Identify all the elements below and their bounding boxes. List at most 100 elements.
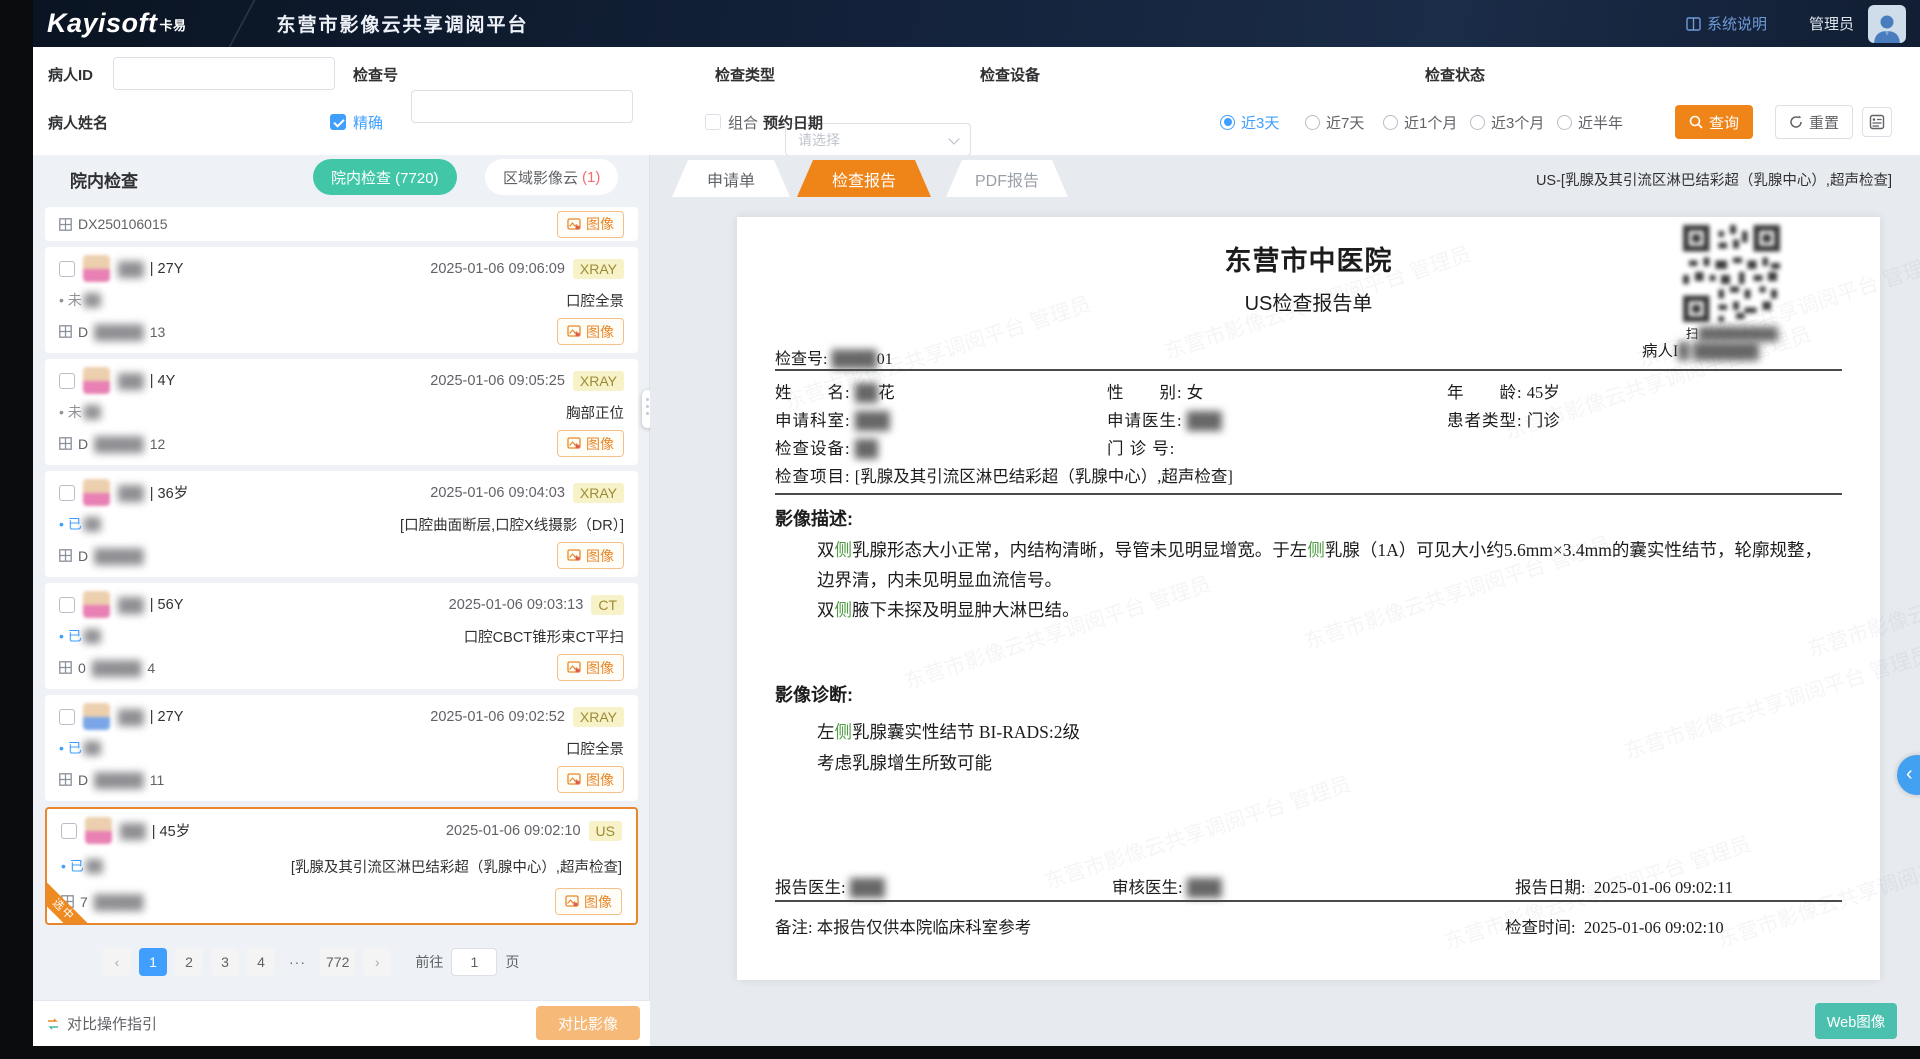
patient-type-label: 患者类型:	[1447, 411, 1523, 430]
exam-checkbox[interactable]	[61, 823, 77, 839]
quick-range-6m[interactable]: 近半年	[1557, 105, 1623, 139]
exact-checkbox[interactable]	[330, 114, 346, 130]
page-button[interactable]: 4	[247, 948, 275, 976]
patient-id-input[interactable]	[113, 57, 335, 90]
exam-no-input-field[interactable]	[424, 99, 620, 115]
name-label: 姓 名:	[775, 383, 851, 402]
next-page-button[interactable]: ›	[363, 948, 391, 976]
image-button[interactable]: 图像	[557, 430, 624, 457]
exam-card[interactable]: ███| 56Y2025-01-06 09:03:13CT• 已██口腔CBCT…	[45, 583, 638, 689]
user-avatar[interactable]	[1868, 5, 1906, 43]
image-icon	[567, 325, 581, 338]
exam-checkbox[interactable]	[59, 373, 75, 389]
image-button[interactable]: 图像	[555, 888, 622, 915]
name-suffix: 花	[878, 383, 895, 402]
exam-card[interactable]: ███| 36岁2025-01-06 09:04:03XRAY• 已██[口腔曲…	[45, 471, 638, 577]
image-button[interactable]: 图像	[557, 766, 624, 793]
more-pages-button[interactable]: ···	[283, 948, 312, 976]
patient-id-label: 病人ID	[48, 64, 93, 85]
exam-type-label: 检查类型	[715, 64, 775, 85]
exam-checkbox[interactable]	[59, 709, 75, 725]
quick-range-3m[interactable]: 近3个月	[1470, 105, 1544, 139]
quick-range-1m[interactable]: 近1个月	[1383, 105, 1457, 139]
exam-no-label: 检查号:	[775, 351, 827, 368]
exam-no-input[interactable]	[411, 90, 633, 123]
image-icon	[567, 437, 581, 450]
web-image-button[interactable]: Web图像	[1815, 1003, 1897, 1039]
patient-name-label: 病人姓名	[48, 112, 108, 133]
page-button[interactable]: 3	[211, 948, 239, 976]
exam-id-redacted: █████	[94, 324, 144, 340]
exam-device-label: 检查设备	[980, 64, 1040, 85]
goto-label: 前往	[415, 952, 443, 972]
exam-datetime: 2025-01-06 09:02:10	[446, 823, 581, 839]
tab-pdf-report[interactable]: PDF报告	[946, 160, 1068, 197]
grid-icon	[59, 437, 72, 450]
quick-range-7d[interactable]: 近7天	[1305, 105, 1364, 139]
quick-range-3d[interactable]: 近3天	[1220, 105, 1279, 139]
tab-region-cloud[interactable]: 区域影像云(1)	[485, 159, 618, 195]
person-icon	[1872, 11, 1902, 43]
filter-bar: 病人ID 检查号 检查类型 请选择 检查设备 请选择 检查状态 请选择 病人姓名…	[33, 47, 1920, 155]
image-button[interactable]: 图像	[557, 211, 624, 238]
image-button[interactable]: 图像	[557, 542, 624, 569]
image-button[interactable]: 图像	[557, 654, 624, 681]
exam-card[interactable]: ███| 27Y2025-01-06 09:02:52XRAY• 已██口腔全景…	[45, 695, 638, 801]
exam-datetime: 2025-01-06 09:05:25	[430, 373, 565, 389]
page-button[interactable]: 772	[320, 948, 355, 976]
review-doctor-redacted: ███	[1187, 878, 1222, 897]
exam-datetime: 2025-01-06 09:03:13	[449, 597, 584, 613]
goto-page-input[interactable]	[451, 948, 497, 976]
combo-checkbox[interactable]	[705, 114, 721, 130]
page-unit-label: 页	[505, 952, 519, 972]
tab-region-cloud-label: 区域影像云	[503, 167, 578, 188]
image-button-label: 图像	[586, 214, 614, 234]
compare-images-button[interactable]: 对比影像	[536, 1006, 640, 1040]
exam-checkbox[interactable]	[59, 261, 75, 277]
exam-checkbox[interactable]	[59, 597, 75, 613]
nav-right-group: 系统说明 管理员	[1686, 5, 1920, 43]
tab-exam-report[interactable]: 检查报告	[797, 160, 931, 197]
modality-badge: US	[589, 821, 622, 841]
report-date-label: 报告日期:	[1515, 878, 1586, 897]
exam-card[interactable]: ███| 4Y2025-01-06 09:05:25XRAY• 未██胸部正位D…	[45, 359, 638, 465]
exam-id-text: DX250106015	[78, 216, 168, 232]
system-help-link[interactable]: 系统说明	[1686, 13, 1767, 34]
exam-id: D█████	[59, 548, 150, 564]
layout-card-button[interactable]	[1862, 107, 1892, 137]
platform-title: 东营市影像云共享调阅平台	[277, 10, 529, 37]
exam-checkbox[interactable]	[59, 485, 75, 501]
exam-datetime: 2025-01-06 09:06:09	[430, 261, 565, 277]
patient-age: | 27Y	[150, 261, 184, 277]
image-icon	[567, 773, 581, 786]
prev-page-button[interactable]: ‹	[103, 948, 131, 976]
modality-badge: CT	[591, 595, 624, 615]
exam-id-redacted: █████	[94, 548, 144, 564]
image-button[interactable]: 图像	[557, 318, 624, 345]
patient-avatar	[85, 817, 112, 844]
tab-application-form[interactable]: 申请单	[672, 160, 790, 197]
patient-id-input-field[interactable]	[126, 66, 322, 82]
exam-id-redacted: █████	[94, 894, 144, 910]
quick-range-3d-label: 近3天	[1241, 112, 1279, 133]
refresh-icon	[1789, 115, 1803, 129]
search-button[interactable]: 查询	[1675, 105, 1753, 139]
page-button[interactable]: 1	[139, 948, 167, 976]
page-button[interactable]: 2	[175, 948, 203, 976]
read-status: • 未██	[59, 402, 101, 422]
exam-card-partial[interactable]: DX250106015 图像	[45, 207, 638, 241]
logo-suffix: 卡易	[160, 18, 187, 33]
findings-title: 影像描述:	[775, 505, 853, 531]
tab-hospital-exams[interactable]: 院内检查 (7720)	[313, 159, 457, 195]
exam-list: DX250106015 图像 ███| 27Y2025-01-06 09:06:…	[45, 207, 638, 931]
dept-redacted: ███	[855, 411, 890, 430]
patient-age: | 27Y	[150, 709, 184, 725]
reset-button[interactable]: 重置	[1775, 105, 1853, 139]
radio-icon	[1383, 115, 1398, 130]
compare-guide-link[interactable]: 对比操作指引	[45, 1013, 157, 1034]
exam-card[interactable]: ███| 27Y2025-01-06 09:06:09XRAY• 未██口腔全景…	[45, 247, 638, 353]
exam-card[interactable]: ███| 45岁2025-01-06 09:02:10US• 已██[乳腺及其引…	[45, 807, 638, 925]
diagnosis-line-2: 考虑乳腺增生所致可能	[817, 748, 1822, 778]
findings-paragraph-1: 双侧乳腺形态大小正常，内结构清晰，导管未见明显增宽。于左侧乳腺（1A）可见大小约…	[817, 535, 1822, 595]
image-button-label: 图像	[586, 770, 614, 790]
